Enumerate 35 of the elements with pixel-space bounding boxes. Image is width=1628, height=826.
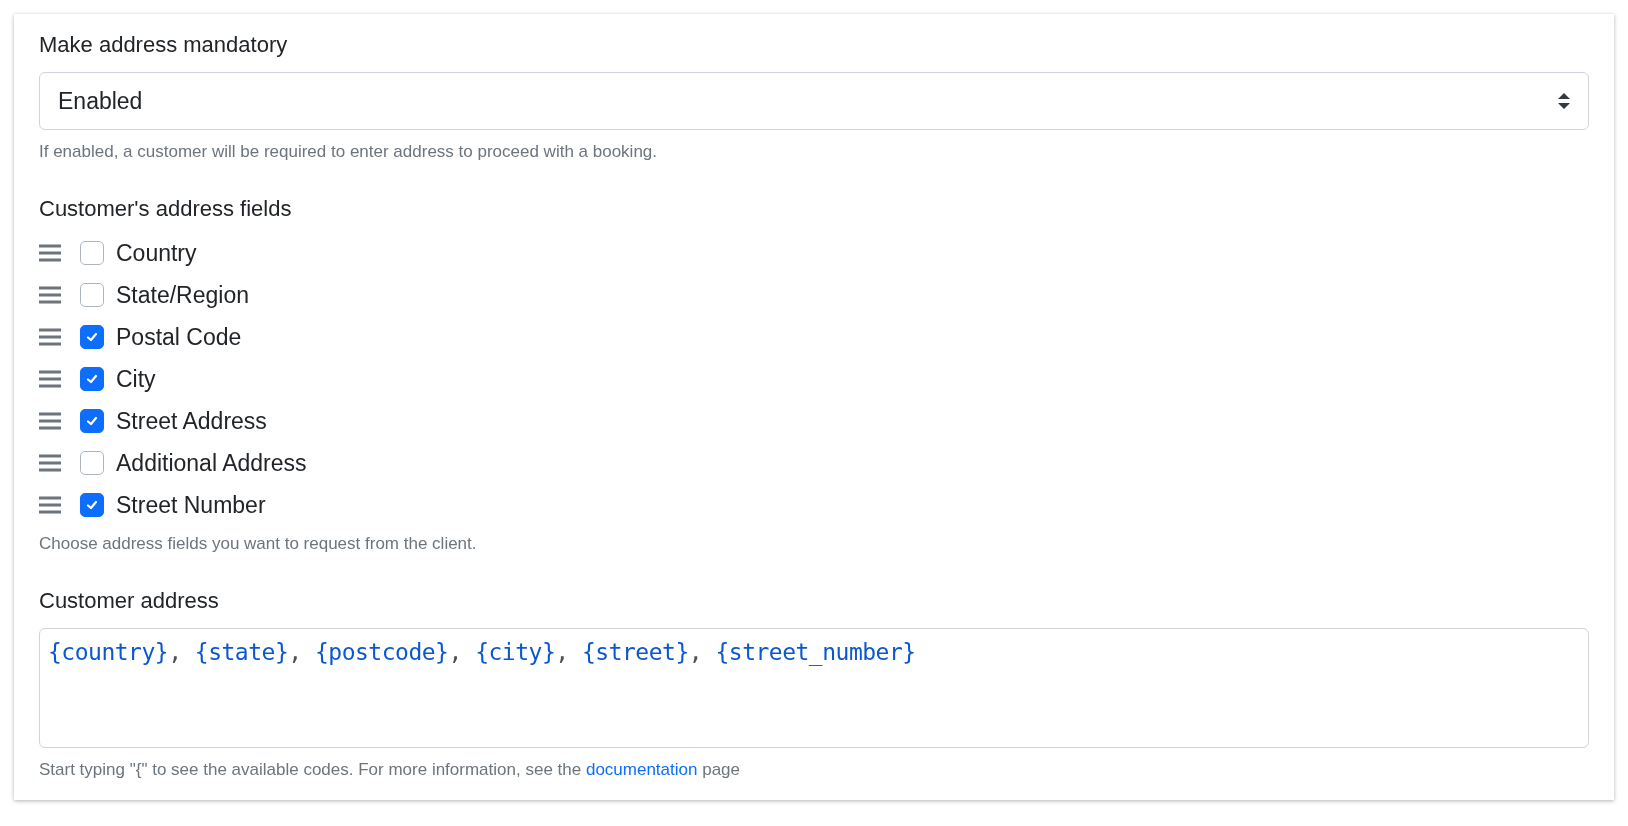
sort-caret-icon	[1558, 93, 1570, 109]
drag-handle-icon[interactable]	[39, 286, 61, 304]
address-template-field[interactable]: {country}, {state}, {postcode}, {city}, {street}, {street_number}	[39, 628, 1589, 748]
help-text: If enabled, a customer will be required to enter address to proceed with a booking.	[39, 141, 659, 163]
mandatory-select[interactable]: Enabled	[39, 72, 1589, 130]
checkbox[interactable]	[80, 283, 104, 307]
check-icon	[85, 498, 99, 512]
checkbox[interactable]	[80, 451, 104, 475]
check-icon	[85, 330, 99, 344]
drag-handle-icon[interactable]	[39, 328, 61, 346]
checkbox-label[interactable]: Street Address	[116, 403, 267, 439]
help-text: Start typing "{" to see the available codes. For more information, see the documentation page	[39, 759, 742, 781]
field-label: Customer address	[39, 587, 220, 615]
check-icon	[85, 372, 99, 386]
field-label: Make address mandatory	[39, 31, 289, 59]
drag-handle-icon[interactable]	[39, 496, 61, 514]
field-label: Customer's address fields	[39, 195, 293, 223]
drag-handle-icon[interactable]	[39, 244, 61, 262]
check-icon	[85, 414, 99, 428]
checkbox-label[interactable]: State/Region	[116, 277, 249, 313]
checkbox[interactable]	[80, 409, 104, 433]
help-text: Choose address fields you want to request from the client.	[39, 533, 478, 555]
checkbox[interactable]	[80, 493, 104, 517]
checkbox-label[interactable]: Street Number	[116, 487, 266, 523]
checkbox-label[interactable]: City	[116, 361, 156, 397]
documentation-link[interactable]: documentation	[585, 760, 698, 779]
checkbox-label[interactable]: Additional Address	[116, 445, 307, 481]
checkbox-label[interactable]: Postal Code	[116, 319, 242, 355]
drag-handle-icon[interactable]	[39, 370, 61, 388]
checkbox[interactable]	[80, 241, 104, 265]
checkbox[interactable]	[80, 367, 104, 391]
checkbox[interactable]	[80, 325, 104, 349]
checkbox-label[interactable]: Country	[116, 235, 197, 271]
drag-handle-icon[interactable]	[39, 412, 61, 430]
drag-handle-icon[interactable]	[39, 454, 61, 472]
